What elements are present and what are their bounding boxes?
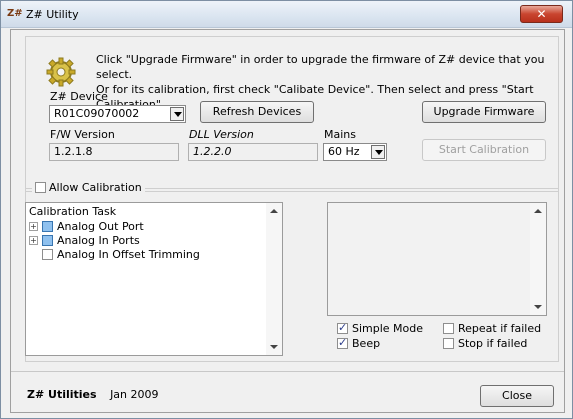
simple-mode-option[interactable]: Simple Mode [337,321,424,335]
mains-select-value: 60 Hz [328,145,360,158]
refresh-devices-button[interactable]: Refresh Devices [200,101,314,123]
expand-icon[interactable]: + [29,236,38,245]
device-select-value: R01C09070002 [54,107,140,120]
log-scrollbar[interactable] [530,203,546,315]
device-panel: Click "Upgrade Firmware" in order to upg… [25,36,559,192]
beep-label: Beep [352,337,381,350]
scroll-down-icon[interactable] [270,345,278,349]
beep-option[interactable]: Beep [337,336,381,350]
allow-calibration-toggle[interactable]: Allow Calibration [32,181,145,194]
title-bar: Z# Z# Utility ✕ [1,1,572,28]
calibration-task-tree[interactable]: Calibration Task + Analog Out Port + Ana… [25,202,283,356]
mains-select[interactable]: 60 Hz [323,143,387,161]
footer-product: Z# Utilities [27,388,97,401]
close-button[interactable]: Close [480,385,554,407]
upgrade-firmware-button[interactable]: Upgrade Firmware [422,101,546,123]
start-calibration-button[interactable]: Start Calibration [422,139,546,161]
main-window: Z# Z# Utility ✕ Click "Upgrade Firmware"… [0,0,573,419]
allow-calibration-checkbox[interactable] [35,182,46,193]
task-row-analog-in-ports[interactable]: + Analog In Ports [29,234,140,247]
mains-label: Mains [324,128,356,141]
footer-date: Jan 2009 [110,388,159,401]
stop-if-failed-checkbox[interactable] [443,338,454,349]
fw-version-label: F/W Version [50,128,115,141]
task-row-analog-in-offset[interactable]: Analog In Offset Trimming [42,248,200,261]
task-checkbox[interactable] [42,249,53,260]
task-row-analog-out-port[interactable]: + Analog Out Port [29,220,144,233]
tree-scrollbar[interactable] [266,203,282,355]
window-title: Z# Utility [26,8,79,21]
task-label: Analog In Ports [57,234,140,247]
chevron-down-icon [170,107,184,121]
stop-if-failed-label: Stop if failed [458,337,528,350]
task-checkbox[interactable] [42,221,53,232]
scroll-up-icon[interactable] [270,209,278,213]
repeat-if-failed-label: Repeat if failed [458,322,542,335]
task-label: Analog Out Port [57,220,144,233]
task-label: Analog In Offset Trimming [57,248,200,261]
allow-calibration-label: Allow Calibration [49,181,142,194]
scroll-down-icon[interactable] [534,305,542,309]
tree-header: Calibration Task [29,205,117,218]
dialog-body: Click "Upgrade Firmware" in order to upg… [10,29,565,413]
intro-line-1: Click "Upgrade Firmware" in order to upg… [96,53,545,81]
repeat-if-failed-option[interactable]: Repeat if failed [443,322,541,335]
beep-checkbox[interactable] [337,336,348,349]
window-close-button[interactable]: ✕ [520,5,563,23]
app-icon: Z# [7,8,23,19]
simple-mode-label: Simple Mode [352,322,424,335]
footer-divider [11,371,564,372]
calibration-log [327,202,547,316]
gear-icon [46,57,76,87]
dll-version-label: DLL Version [189,128,254,141]
simple-mode-checkbox[interactable] [337,321,348,334]
device-select[interactable]: R01C09070002 [49,105,186,123]
chevron-down-icon [371,145,385,159]
repeat-if-failed-checkbox[interactable] [443,323,454,334]
fw-version-field: 1.2.1.8 [49,143,179,161]
dll-version-field: 1.2.2.0 [188,143,318,161]
close-icon: ✕ [536,7,547,21]
expand-icon[interactable]: + [29,222,38,231]
stop-if-failed-option[interactable]: Stop if failed [443,337,527,350]
device-label: Z# Device [50,90,108,103]
footer-info: Z# Utilities Jan 2009 [27,388,159,401]
task-checkbox[interactable] [42,235,53,246]
scroll-up-icon[interactable] [534,209,542,213]
